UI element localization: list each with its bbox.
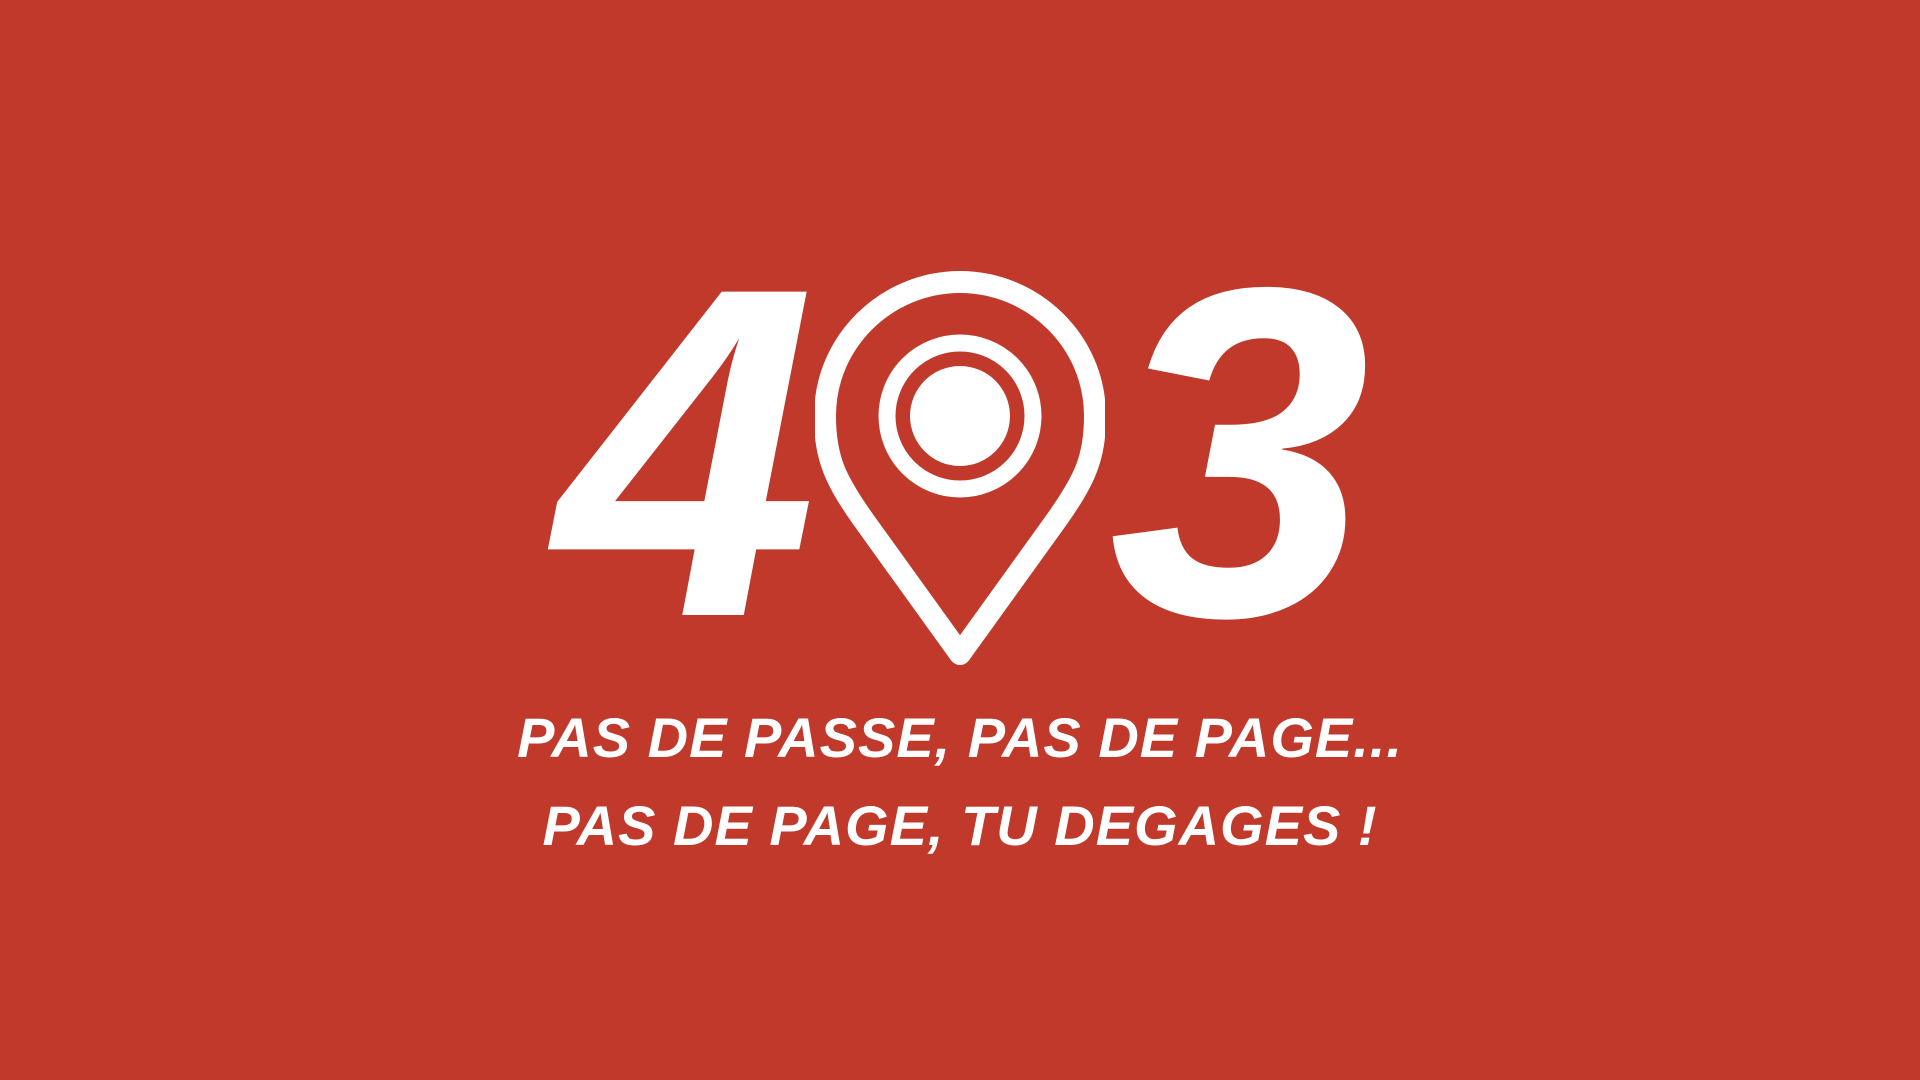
map-pin-icon: [815, 271, 1105, 665]
tagline-line-1: PAS DE PASSE, PAS DE PAGE...: [517, 706, 1403, 769]
error-digit-left: 4: [555, 190, 817, 715]
error-code: 4 3: [0, 218, 1920, 688]
error-digit-right: 3: [1109, 190, 1370, 715]
tagline-line-2: PAS DE PAGE, TU DEGAGES !: [542, 794, 1378, 857]
error-page: 4 3 PAS DE PASSE, PAS DE PAGE... PAS DE …: [0, 0, 1920, 1080]
